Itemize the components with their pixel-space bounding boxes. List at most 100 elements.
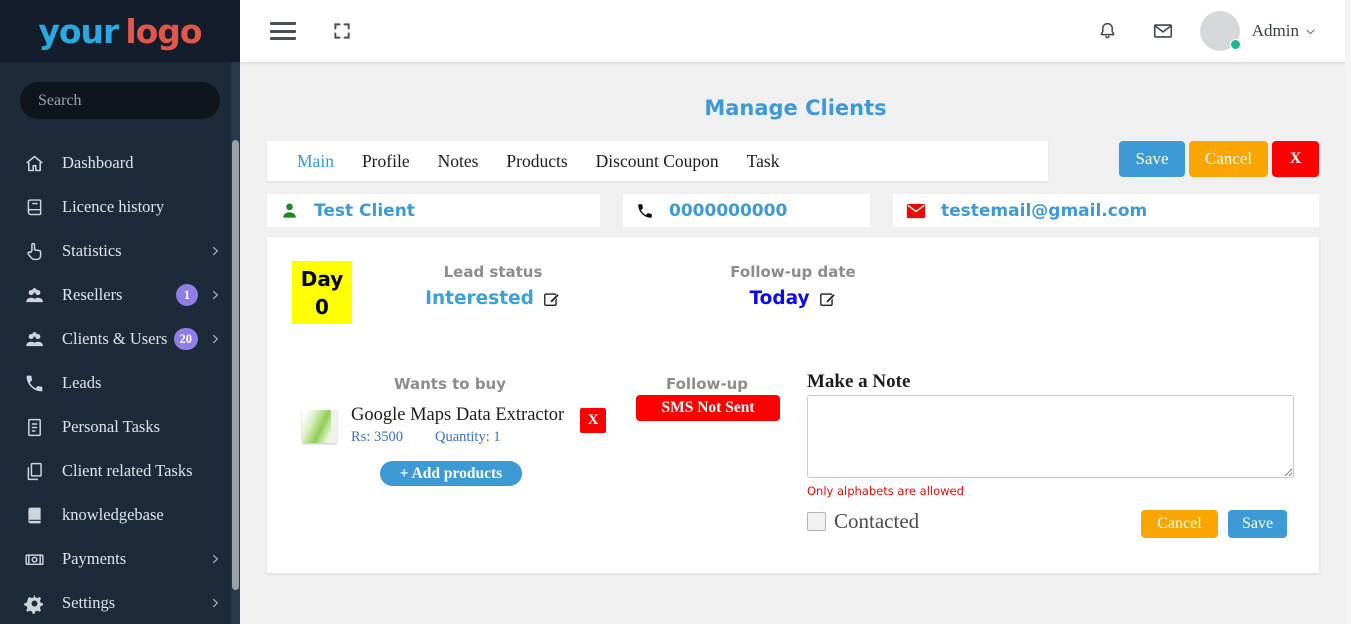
main-content: Manage Clients MainProfileNotesProductsD…: [240, 62, 1351, 624]
hand-pointer-icon: [22, 239, 46, 263]
sidebar-item-client-related-tasks[interactable]: Client related Tasks: [0, 449, 240, 493]
topbar: Admin: [240, 0, 1351, 62]
sidebar-item-resellers[interactable]: Resellers1: [0, 273, 240, 317]
chevron-right-icon: [208, 552, 222, 566]
sidebar-item-statistics[interactable]: Statistics: [0, 229, 240, 273]
user-name: Admin: [1252, 21, 1299, 41]
product-thumbnail: [302, 410, 337, 443]
book-solid-icon: [22, 503, 46, 527]
sidebar-item-dashboard[interactable]: Dashboard: [0, 141, 240, 185]
document-icon: [22, 415, 46, 439]
tab-notes[interactable]: Notes: [424, 151, 493, 172]
person-icon: [280, 201, 299, 220]
cancel-button[interactable]: Cancel: [1189, 141, 1268, 177]
sidebar-item-label: Resellers: [62, 285, 176, 305]
make-a-note-title: Make a Note: [807, 371, 910, 393]
note-cancel-button[interactable]: Cancel: [1141, 510, 1218, 538]
sidebar-item-label: Personal Tasks: [62, 417, 222, 437]
count-badge: 20: [174, 328, 199, 350]
tab-discount-coupon[interactable]: Discount Coupon: [582, 151, 733, 172]
remove-product-button[interactable]: X: [580, 408, 606, 433]
online-status-dot: [1230, 39, 1241, 50]
tab-products[interactable]: Products: [492, 151, 581, 172]
day-value: 0: [315, 293, 329, 321]
home-icon: [22, 151, 46, 175]
save-button[interactable]: Save: [1119, 141, 1185, 177]
client-phone: 0000000000: [669, 201, 787, 221]
product-name: Google Maps Data Extractor: [351, 405, 564, 426]
sidebar-item-label: Leads: [62, 373, 222, 393]
sidebar-item-knowledgebase[interactable]: knowledgebase: [0, 493, 240, 537]
note-save-button[interactable]: Save: [1228, 510, 1287, 538]
followup-date-value: Today: [749, 288, 809, 309]
sidebar-item-personal-tasks[interactable]: Personal Tasks: [0, 405, 240, 449]
sidebar: your logo Dashboard Licence history Statis…: [0, 0, 240, 624]
client-phone-box: 0000000000: [623, 194, 870, 227]
sidebar-item-label: Licence history: [62, 197, 222, 217]
chevron-right-icon: [208, 332, 222, 346]
client-name-box: Test Client: [267, 194, 600, 227]
search-input[interactable]: [20, 82, 220, 119]
phone-icon: [636, 202, 654, 220]
sidebar-item-label: Settings: [62, 593, 208, 613]
sidebar-item-label: Statistics: [62, 241, 208, 261]
messages-envelope-icon[interactable]: [1152, 20, 1174, 42]
client-email: testemail@gmail.com: [941, 201, 1147, 221]
client-name: Test Client: [314, 201, 415, 221]
tab-profile[interactable]: Profile: [348, 151, 424, 172]
day-label: Day: [301, 265, 344, 293]
sidebar-item-label: Client related Tasks: [62, 461, 222, 481]
copy-icon: [22, 459, 46, 483]
sidebar-item-label: Dashboard: [62, 153, 222, 173]
client-email-box: testemail@gmail.com: [893, 194, 1319, 227]
fullscreen-icon[interactable]: [332, 21, 352, 41]
close-button[interactable]: X: [1272, 141, 1319, 177]
gear-icon: [22, 591, 46, 615]
sms-status-badge: SMS Not Sent: [636, 395, 780, 421]
client-detail-card: Day 0 Lead status Interested Follow-up d…: [267, 237, 1319, 573]
app-logo[interactable]: your logo: [0, 0, 240, 62]
hamburger-menu-icon[interactable]: [270, 22, 296, 40]
followup-label: Follow-up: [607, 375, 807, 393]
money-icon: [22, 547, 46, 571]
user-avatar[interactable]: [1200, 11, 1240, 51]
edit-lead-status-icon[interactable]: [543, 290, 561, 308]
page-scrollbar-track: [1345, 0, 1351, 624]
logo-part-blue: your: [38, 12, 118, 51]
wants-to-buy-label: Wants to buy: [350, 375, 550, 393]
logo-part-red: logo: [125, 12, 201, 51]
users-icon: [22, 283, 46, 307]
followup-date-label: Follow-up date: [693, 263, 893, 281]
contacted-label: Contacted: [834, 509, 919, 534]
contacted-checkbox[interactable]: [807, 512, 826, 531]
sidebar-nav: Dashboard Licence history Statistics Resell…: [0, 141, 240, 624]
edit-followup-date-icon[interactable]: [819, 290, 837, 308]
users-icon: [22, 327, 46, 351]
notifications-bell-icon[interactable]: [1097, 21, 1118, 42]
sidebar-item-settings[interactable]: Settings: [0, 581, 240, 624]
sidebar-item-leads[interactable]: Leads: [0, 361, 240, 405]
book-icon: [22, 195, 46, 219]
sidebar-item-payments[interactable]: Payments: [0, 537, 240, 581]
note-textarea[interactable]: [807, 395, 1294, 478]
sidebar-scrollbar-thumb[interactable]: [232, 140, 239, 590]
sidebar-item-label: knowledgebase: [62, 505, 222, 525]
chevron-right-icon: [208, 288, 222, 302]
tab-bar: MainProfileNotesProductsDiscount CouponT…: [267, 141, 1048, 181]
page-title: Manage Clients: [240, 96, 1351, 120]
note-validation-hint: Only alphabets are allowed: [807, 484, 964, 498]
tab-main[interactable]: Main: [283, 151, 348, 172]
sidebar-item-clients-users[interactable]: Clients & Users20: [0, 317, 240, 361]
tab-task[interactable]: Task: [733, 151, 794, 172]
day-counter-badge: Day 0: [292, 261, 352, 324]
chevron-down-icon: [1304, 25, 1317, 38]
email-icon: [906, 203, 926, 219]
add-products-button[interactable]: + Add products: [380, 461, 522, 486]
count-badge: 1: [176, 284, 198, 306]
chevron-right-icon: [208, 596, 222, 610]
sidebar-item-licence-history[interactable]: Licence history: [0, 185, 240, 229]
user-menu[interactable]: Admin: [1252, 21, 1317, 41]
product-row: Google Maps Data Extractor Rs: 3500 Quan…: [302, 405, 606, 446]
lead-status-label: Lead status: [393, 263, 593, 281]
sidebar-item-label: Payments: [62, 549, 208, 569]
